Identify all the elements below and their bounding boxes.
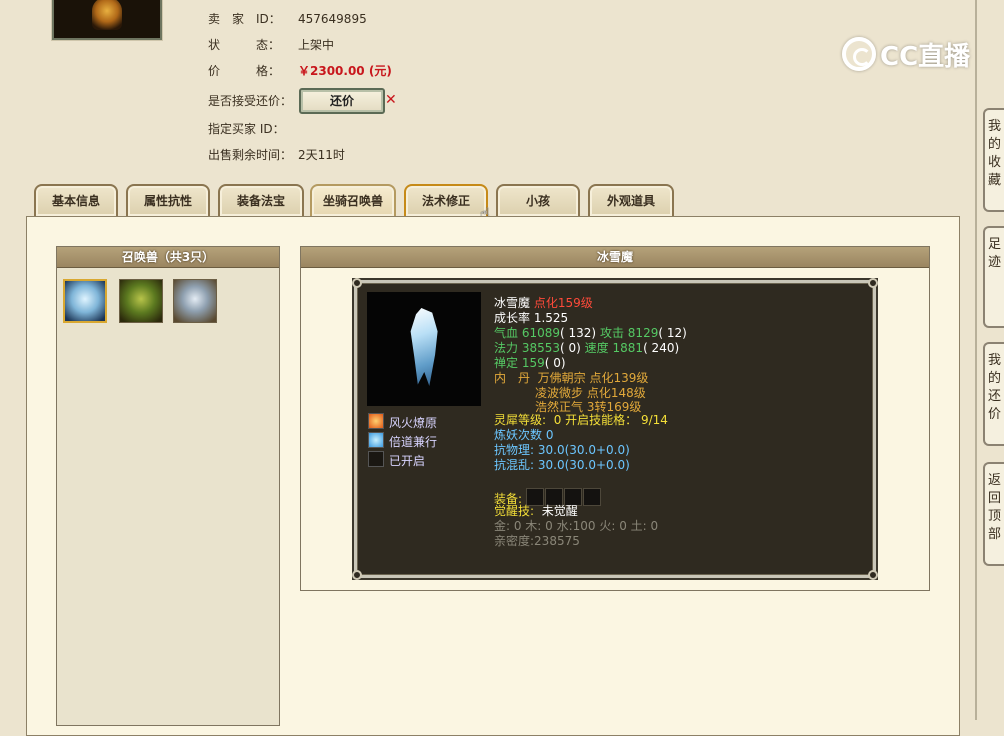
zen-line: 禅定 159( 0) <box>494 356 566 370</box>
cc-logo-icon <box>842 37 876 71</box>
inner-core-line-1: 内 丹 万佛朝宗 点化139级 <box>494 371 649 385</box>
pet-name: 冰雪魔 <box>494 296 531 310</box>
remaining-time-value: 2天11时 <box>298 148 345 162</box>
wind-skill-icon <box>368 432 384 448</box>
pet-list-panel: 召唤兽（共3只） <box>56 246 280 726</box>
pet-level: 点化159级 <box>533 296 593 310</box>
price-row: 价 格： ￥2300.00 (元) <box>208 63 392 79</box>
cc-live-watermark: CC直播 <box>842 34 970 74</box>
side-divider <box>975 0 977 720</box>
attack-value: 8129 <box>627 326 659 340</box>
chaos-resist-line: 抗混乱: 30.0(30.0+0.0) <box>494 458 630 472</box>
character-figure <box>92 0 122 30</box>
growth-rate: 成长率 1.525 <box>494 311 569 325</box>
skill-item[interactable]: 风火燎原 <box>368 413 438 430</box>
equipment-line: 装备: <box>494 488 602 506</box>
watermark-text: CC直播 <box>880 41 971 72</box>
mp-spd-line: 法力 38553( 0) 速度 1881( 240) <box>494 341 680 355</box>
chaos-resist-value: 30.0(30.0+0.0) <box>537 458 630 472</box>
phys-resist-line: 抗物理: 30.0(30.0+0.0) <box>494 443 630 457</box>
seller-id-value: 457649895 <box>298 12 367 26</box>
zen-value: 159 <box>521 356 545 370</box>
price-label: 价 格： <box>208 64 281 78</box>
spirit-level-line: 灵犀等级: 0 开启技能格： 9/14 <box>494 413 668 427</box>
green-demon-icon[interactable] <box>119 279 163 323</box>
designated-buyer-label: 指定买家 ID： <box>208 122 285 136</box>
hp-value: 61089 <box>521 326 561 340</box>
status-row: 状 态： 上架中 <box>208 37 334 53</box>
status-value: 上架中 <box>298 38 335 52</box>
seller-id-row: 卖 家 ID： 457649895 <box>208 11 367 27</box>
side-tab-my-offers[interactable]: 我的还价 <box>983 342 1004 446</box>
card-corner-ornament <box>352 278 362 288</box>
intimacy-line: 亲密度:238575 <box>494 534 580 548</box>
hp-atk-line: 气血 61089( 132) 攻击 8129( 12) <box>494 326 687 340</box>
skill-label: 倍道兼行 <box>389 435 438 449</box>
pet-list-header: 召唤兽（共3只） <box>57 247 279 268</box>
status-label: 状 态： <box>208 38 281 52</box>
awaken-line: 觉醒技: 未觉醒 <box>494 504 578 518</box>
inner-core-line-2: 凌波微步 点化148级 <box>535 386 646 400</box>
pet-name-line: 冰雪魔 点化159级 <box>494 296 593 311</box>
mp-value: 38553 <box>521 341 561 355</box>
awaken-value: 未觉醒 <box>541 504 578 518</box>
pet-detail-header: 冰雪魔 <box>301 247 929 268</box>
skill-label: 风火燎原 <box>389 416 438 430</box>
empty-slot-icon <box>368 451 384 467</box>
card-corner-ornament <box>352 570 362 580</box>
price-value: ￥2300.00 (元) <box>298 64 392 78</box>
armored-pet-icon[interactable] <box>173 279 217 323</box>
side-tab-back-to-top[interactable]: 返回顶部 <box>983 462 1004 566</box>
counter-offer-label: 是否接受还价： <box>208 94 293 108</box>
elements-line: 金: 0 木: 0 水:100 火: 0 土: 0 <box>494 519 659 533</box>
ice-demon-icon[interactable] <box>63 279 107 323</box>
ice-demon-figure <box>410 308 438 386</box>
pet-portrait <box>367 292 481 406</box>
close-icon[interactable]: ✕ <box>385 92 397 108</box>
seller-avatar <box>52 0 162 40</box>
tab-equipment[interactable]: 装备法宝 <box>218 184 304 216</box>
refine-count: 炼妖次数 0 <box>494 428 554 442</box>
phys-resist-value: 30.0(30.0+0.0) <box>537 443 630 457</box>
skill-label: 已开启 <box>389 454 426 468</box>
tab-children[interactable]: 小孩 <box>496 184 580 216</box>
skill-item[interactable]: 已开启 <box>368 451 426 468</box>
side-tab-footprints[interactable]: 足迹 <box>983 226 1004 328</box>
speed-value: 1881 <box>612 341 644 355</box>
seller-id-label: 卖 家 ID： <box>208 12 281 26</box>
skill-item[interactable]: 倍道兼行 <box>368 432 438 449</box>
tab-spell-correction[interactable]: 法术修正 <box>404 184 488 216</box>
fire-skill-icon <box>368 413 384 429</box>
tab-basic-info[interactable]: 基本信息 <box>34 184 118 216</box>
card-corner-ornament <box>868 278 878 288</box>
card-corner-ornament <box>868 570 878 580</box>
counter-offer-button[interactable]: 还价 <box>299 88 385 114</box>
side-tab-favorites[interactable]: 我的收藏 <box>983 108 1004 212</box>
tab-attributes[interactable]: 属性抗性 <box>126 184 210 216</box>
designated-buyer-row: 指定买家 ID： <box>208 121 285 137</box>
counter-offer-row: 是否接受还价： <box>208 93 292 109</box>
tab-mounts-pets[interactable]: 坐骑召唤兽 <box>310 184 396 216</box>
remaining-time-label: 出售剩余时间： <box>208 148 293 162</box>
tab-appearance[interactable]: 外观道具 <box>588 184 674 216</box>
equipment-slot[interactable] <box>582 488 601 506</box>
remaining-time-row: 出售剩余时间： 2天11时 <box>208 147 345 163</box>
